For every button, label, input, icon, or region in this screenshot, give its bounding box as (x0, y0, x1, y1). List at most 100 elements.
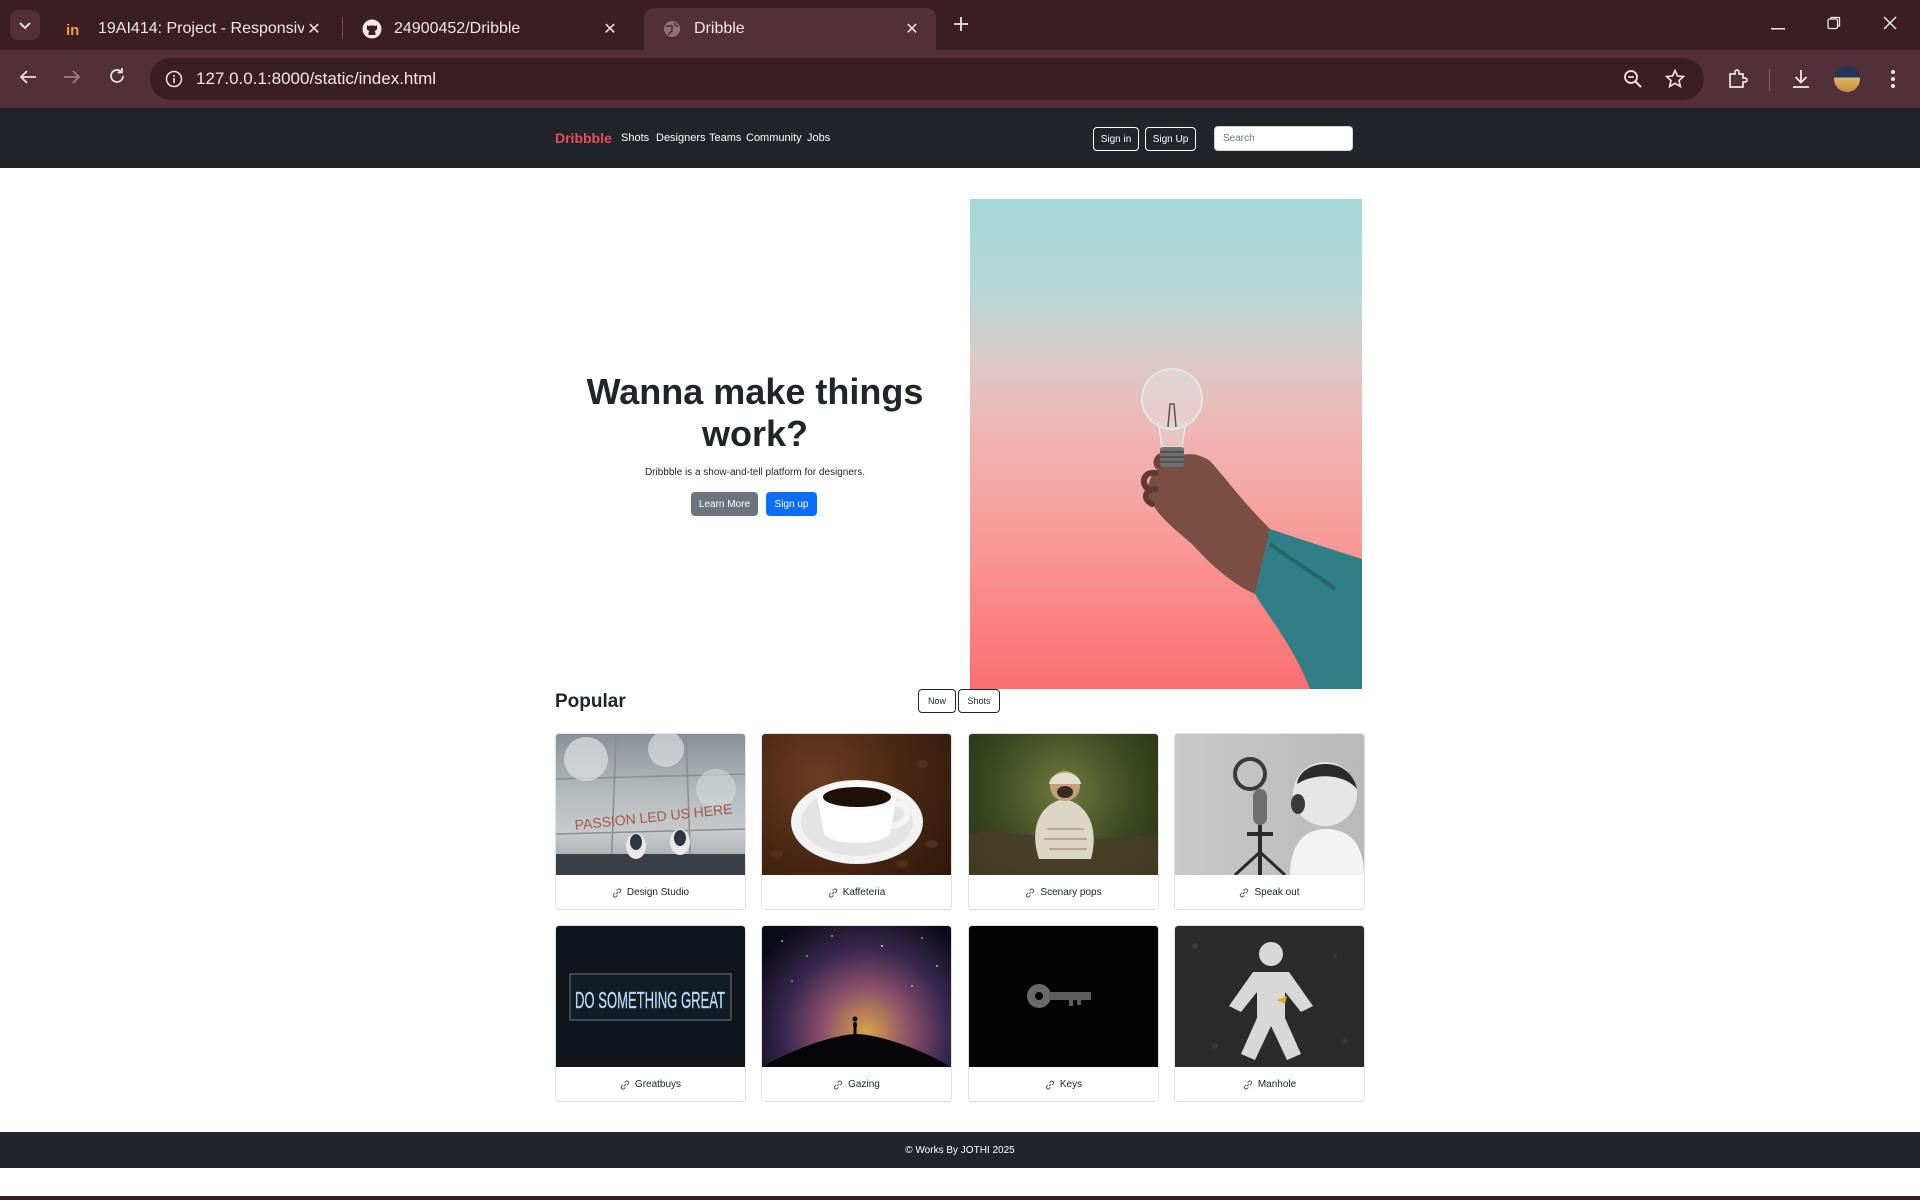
extensions-icon[interactable] (1725, 66, 1751, 92)
footer-copyright: © Works By JOTHI 2025 (905, 1144, 1015, 1156)
sign-up-button[interactable]: Sign Up (1145, 127, 1196, 151)
shot-caption: Manhole (1175, 1067, 1364, 1101)
shot-caption: Kaffeteria (762, 875, 951, 909)
shot-card-design-studio[interactable]: PASSION LED US HERE Design Studio (555, 733, 746, 910)
thumb-text: DO SOMETHING GREAT (575, 987, 725, 1013)
svg-text:in: in (66, 22, 79, 37)
minimize-button[interactable] (1750, 0, 1806, 48)
tab-title: 24900452/Dribble (394, 20, 521, 37)
shot-card-greatbuys[interactable]: DO SOMETHING GREAT Greatbuys (555, 925, 746, 1102)
site-navbar: Dribbble Shots Designers Teams Community… (0, 108, 1920, 168)
nav-link-shots[interactable]: Shots (621, 132, 649, 144)
new-tab-button[interactable] (945, 10, 977, 40)
link-icon (1239, 887, 1249, 898)
hero-sign-up-button[interactable]: Sign up (766, 492, 817, 516)
shot-card-gazing[interactable]: Gazing (761, 925, 952, 1102)
brand-logo[interactable]: Dribbble (555, 130, 612, 146)
arrow-left-icon (19, 68, 37, 91)
bookmark-star-icon[interactable] (1664, 68, 1686, 90)
close-icon[interactable]: ✕ (902, 19, 922, 39)
github-icon (362, 19, 382, 39)
plus-icon (953, 11, 969, 39)
shot-card-scenary-pops[interactable]: Scenary pops (968, 733, 1159, 910)
arrow-right-icon (63, 68, 81, 91)
link-icon (620, 1079, 630, 1090)
shot-card-speak-out[interactable]: Speak out (1174, 733, 1365, 910)
globe-icon (662, 19, 682, 39)
shot-thumbnail: PASSION LED US HERE (556, 734, 745, 875)
nav-link-teams[interactable]: Teams (709, 132, 741, 144)
restore-button[interactable] (1806, 0, 1862, 48)
toolbar-divider (1769, 69, 1770, 91)
forward-button[interactable] (56, 63, 88, 95)
shot-caption: Keys (969, 1067, 1158, 1101)
filter-shots-button[interactable]: Shots (958, 689, 1000, 713)
browser-tab-strip: in 19AI414: Project - Responsive W ✕ 249… (0, 0, 1920, 50)
address-bar[interactable]: 127.0.0.1:8000/static/index.html (150, 58, 1704, 100)
thumb-text: PASSION LED US HERE (574, 801, 733, 833)
close-icon[interactable]: ✕ (600, 19, 620, 39)
nav-link-community[interactable]: Community (746, 132, 802, 144)
tab-title: 19AI414: Project - Responsive W (98, 20, 304, 37)
popular-heading: Popular (555, 691, 626, 712)
link-icon (1045, 1079, 1055, 1090)
link-icon (1025, 887, 1035, 898)
more-menu-icon[interactable] (1880, 66, 1906, 92)
download-icon[interactable] (1788, 66, 1814, 92)
shot-title: Manhole (1257, 1079, 1297, 1090)
shot-thumbnail (969, 734, 1158, 875)
link-icon (828, 887, 838, 898)
shot-title: Scenary pops (1040, 887, 1102, 898)
shot-caption: Scenary pops (969, 875, 1158, 909)
close-window-button[interactable] (1862, 0, 1918, 48)
profile-avatar[interactable] (1834, 66, 1860, 92)
browser-tab-github[interactable]: 24900452/Dribble ✕ (344, 8, 634, 50)
invision-icon: in (66, 19, 86, 39)
shot-title: Kaffeteria (842, 887, 886, 898)
close-icon[interactable]: ✕ (304, 19, 324, 39)
link-icon (833, 1079, 843, 1090)
reload-button[interactable] (101, 63, 133, 95)
url-text: 127.0.0.1:8000/static/index.html (196, 69, 437, 88)
site-info-icon[interactable] (160, 65, 188, 93)
shot-caption: Design Studio (556, 875, 745, 909)
shot-title: Keys (1059, 1079, 1083, 1090)
restore-icon (1827, 14, 1841, 35)
shot-card-keys[interactable]: Keys (968, 925, 1159, 1102)
shot-title: Greatbuys (634, 1079, 682, 1090)
tab-title: Dribble (694, 20, 745, 37)
shot-thumbnail (762, 734, 951, 875)
shot-thumbnail (1175, 926, 1364, 1067)
tab-search-button[interactable] (10, 10, 40, 40)
reload-icon (108, 67, 126, 91)
shot-title: Design Studio (626, 887, 690, 898)
back-button[interactable] (12, 63, 44, 95)
shot-caption: Gazing (762, 1067, 951, 1101)
shot-title: Speak out (1254, 887, 1300, 898)
filter-now-button[interactable]: Now (918, 689, 956, 713)
nav-link-jobs[interactable]: Jobs (807, 132, 830, 144)
hero-lightbulb-image (970, 199, 1362, 689)
search-input[interactable] (1214, 126, 1353, 151)
shot-card-manhole[interactable]: Manhole (1174, 925, 1365, 1102)
sign-in-button[interactable]: Sign in (1093, 127, 1139, 151)
hero-subtitle: Dribbble is a show-and-tell platform for… (644, 467, 866, 478)
link-icon (612, 887, 622, 898)
close-icon (1883, 14, 1897, 35)
browser-tab-dribble[interactable]: Dribble ✕ (644, 8, 936, 50)
shot-thumbnail: DO SOMETHING GREAT (556, 926, 745, 1067)
site-footer: © Works By JOTHI 2025 (0, 1132, 1920, 1168)
browser-tab-project[interactable]: in 19AI414: Project - Responsive W ✕ (48, 8, 338, 50)
nav-link-designers[interactable]: Designers (656, 132, 706, 144)
shot-thumbnail (969, 926, 1158, 1067)
shot-caption: Greatbuys (556, 1067, 745, 1101)
browser-toolbar: 127.0.0.1:8000/static/index.html (0, 50, 1920, 108)
learn-more-button[interactable]: Learn More (691, 492, 758, 516)
tab-separator (342, 17, 343, 39)
shot-card-kaffeteria[interactable]: Kaffeteria (761, 733, 952, 910)
hero-title: Wanna make things work? (586, 371, 924, 454)
shot-caption: Speak out (1175, 875, 1364, 909)
zoom-icon[interactable] (1622, 68, 1644, 90)
minimize-icon (1771, 14, 1785, 35)
window-bottom-edge (0, 1196, 1920, 1200)
